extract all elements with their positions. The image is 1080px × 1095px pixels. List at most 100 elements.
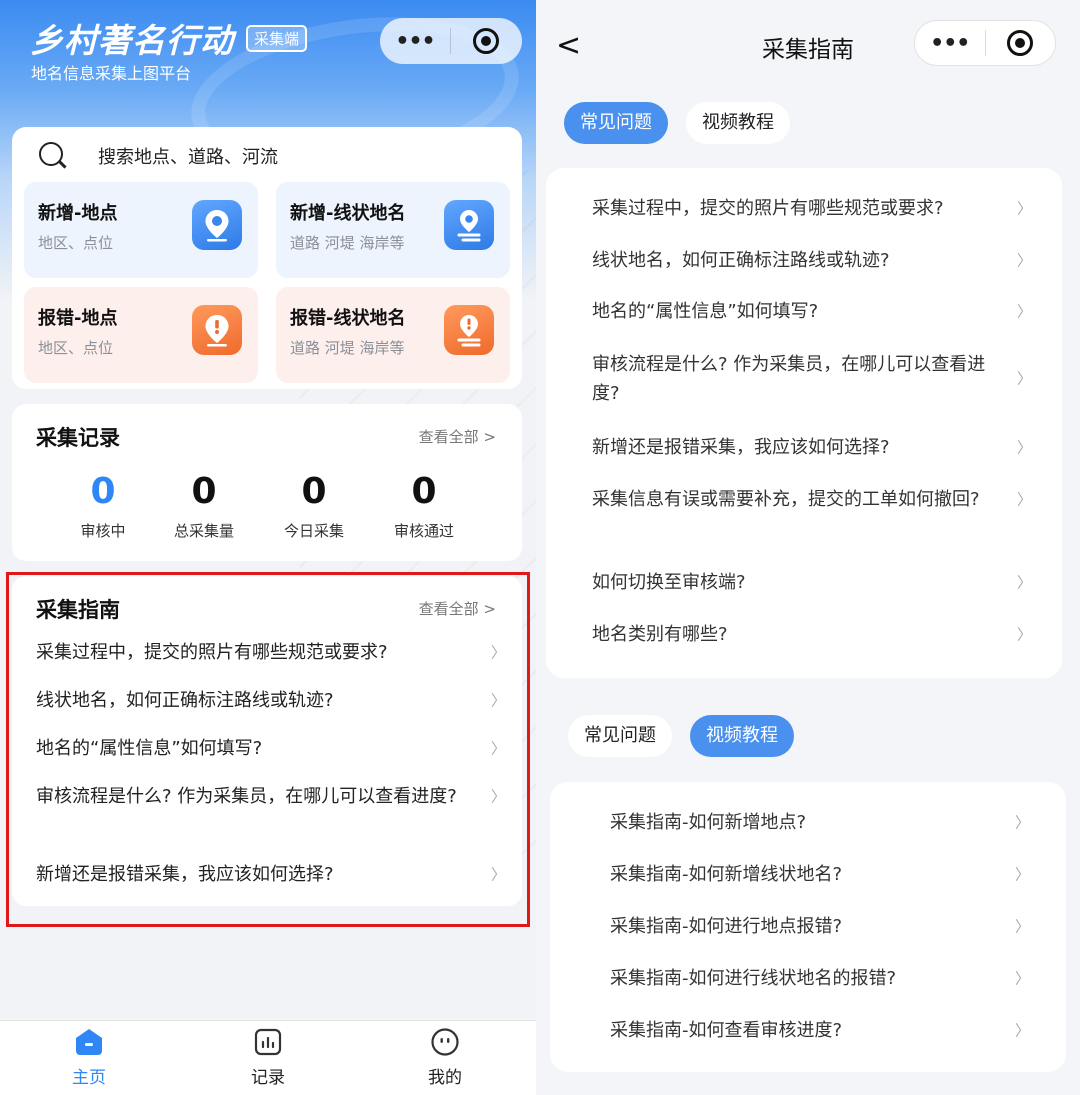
tab-label: 记录 xyxy=(251,1068,285,1088)
faq-item[interactable]: 采集过程中，提交的照片有哪些规范或要求? 〉 xyxy=(592,194,1032,223)
video-item[interactable]: 采集指南-如何新增地点? 〉 xyxy=(610,808,1030,837)
brand: 乡村著名行动 采集端 xyxy=(30,14,308,62)
miniprogram-capsule: ••• xyxy=(380,18,522,64)
faq-item-text: 线状地名，如何正确标注路线或轨迹? xyxy=(592,250,890,271)
guide-screen: < 采集指南 ••• 常见问题 视频教程 采集过程中，提交的照片有哪些规范或要求… xyxy=(536,0,1080,1095)
records-title: 采集记录 xyxy=(36,426,120,450)
stat-value: 0 xyxy=(301,471,327,512)
chevron-right-icon: 〉 xyxy=(1016,625,1032,643)
stat-today[interactable]: 0 今日采集 xyxy=(259,470,369,541)
action-title: 报错-线状地名 xyxy=(290,308,406,329)
miniprogram-capsule: ••• xyxy=(914,20,1056,66)
search-bar[interactable]: 搜索地点、道路、河流 xyxy=(38,141,278,171)
home-icon xyxy=(74,1027,104,1057)
main-card: 搜索地点、道路、河流 新增-地点 地区、点位 新增-线状地名 道路 河堤 海岸等… xyxy=(12,127,522,389)
tab-profile[interactable]: 我的 xyxy=(400,1027,490,1088)
close-target-icon[interactable] xyxy=(986,30,1056,56)
faq-item-text: 地名类别有哪些? xyxy=(592,624,728,645)
add-place-card[interactable]: 新增-地点 地区、点位 xyxy=(24,182,258,278)
add-linear-name-card[interactable]: 新增-线状地名 道路 河堤 海岸等 xyxy=(276,182,510,278)
chevron-right-icon: 〉 xyxy=(1016,302,1032,320)
report-linear-error-card[interactable]: 报错-线状地名 道路 河堤 海岸等 xyxy=(276,287,510,383)
route-pin-icon xyxy=(444,200,494,250)
records-view-all-link[interactable]: 查看全部 > xyxy=(419,426,496,447)
stat-total[interactable]: 0 总采集量 xyxy=(149,470,259,541)
faq-item[interactable]: 地名的“属性信息”如何填写? 〉 xyxy=(592,297,1032,326)
video-list-card: 采集指南-如何新增地点? 〉 采集指南-如何新增线状地名? 〉 采集指南-如何进行地… xyxy=(550,782,1066,1072)
video-item[interactable]: 采集指南-如何进行地点报错? 〉 xyxy=(610,912,1030,941)
faq-item[interactable]: 采集信息有误或需要补充，提交的工单如何撤回? 〉 xyxy=(592,485,1032,514)
video-item[interactable]: 采集指南-如何进行线状地名的报错? 〉 xyxy=(610,964,1030,993)
faq-item[interactable]: 如何切换至审核端? 〉 xyxy=(592,568,1032,597)
search-icon xyxy=(38,141,68,171)
action-subtitle: 道路 河堤 海岸等 xyxy=(290,234,405,252)
faq-item[interactable]: 审核流程是什么? 作为采集员，在哪儿可以查看进度? 〉 xyxy=(592,350,1032,408)
home-screen: 乡村著名行动 采集端 地名信息采集上图平台 ••• 搜索地点、道路、河流 新增-… xyxy=(0,0,536,1095)
tab-faq[interactable]: 常见问题 xyxy=(564,102,668,144)
bottom-tab-bar: 主页 记录 我的 xyxy=(0,1020,536,1095)
chevron-right-icon: 〉 xyxy=(1014,917,1030,935)
stat-value: 0 xyxy=(411,471,437,512)
brand-subtitle: 地名信息采集上图平台 xyxy=(31,64,192,83)
brand-tag: 采集端 xyxy=(246,24,308,52)
chevron-right-icon: 〉 xyxy=(1016,490,1032,508)
chevron-right-icon: 〉 xyxy=(1016,438,1032,456)
action-title: 新增-线状地名 xyxy=(290,203,406,224)
action-subtitle: 地区、点位 xyxy=(38,339,114,357)
chart-icon xyxy=(253,1027,283,1057)
brand-title: 乡村著名行动 xyxy=(30,21,234,60)
stat-reviewing[interactable]: 0 审核中 xyxy=(48,470,158,541)
faq-item-text: 采集信息有误或需要补充，提交的工单如何撤回? xyxy=(592,489,980,510)
tab-label: 主页 xyxy=(72,1068,106,1088)
faq-item-text: 如何切换至审核端? xyxy=(592,572,746,593)
records-card: 采集记录 查看全部 > 0 审核中 0 总采集量 0 今日采集 0 审核通过 xyxy=(12,404,522,561)
chevron-right-icon: 〉 xyxy=(1016,369,1032,388)
stat-value: 0 xyxy=(191,471,217,512)
video-item-text: 采集指南-如何查看审核进度? xyxy=(610,1020,843,1041)
faq-item[interactable]: 新增还是报错采集，我应该如何选择? 〉 xyxy=(592,433,1032,462)
video-item-text: 采集指南-如何新增线状地名? xyxy=(610,864,843,885)
more-icon[interactable]: ••• xyxy=(915,31,985,56)
stat-label: 审核中 xyxy=(80,522,126,540)
stat-value: 0 xyxy=(90,471,116,512)
chevron-right-icon: 〉 xyxy=(1016,199,1032,217)
faq-item-text: 审核流程是什么? 作为采集员，在哪儿可以查看进度? xyxy=(592,354,986,404)
error-pin-icon xyxy=(192,305,242,355)
faq-item-text: 采集过程中，提交的照片有哪些规范或要求? xyxy=(592,198,944,219)
faq-item-text: 新增还是报错采集，我应该如何选择? xyxy=(592,437,890,458)
action-title: 新增-地点 xyxy=(38,203,118,224)
stat-label: 今日采集 xyxy=(283,522,344,540)
video-item-text: 采集指南-如何进行地点报错? xyxy=(610,916,843,937)
faq-item[interactable]: 地名类别有哪些? 〉 xyxy=(592,620,1032,649)
chevron-right-icon: 〉 xyxy=(1014,969,1030,987)
video-item-text: 采集指南-如何新增地点? xyxy=(610,812,807,833)
search-placeholder: 搜索地点、道路、河流 xyxy=(98,147,278,168)
stat-label: 总采集量 xyxy=(173,522,234,540)
chevron-right-icon: 〉 xyxy=(1014,865,1030,883)
smile-icon xyxy=(430,1027,460,1057)
route-error-icon xyxy=(444,305,494,355)
action-subtitle: 地区、点位 xyxy=(38,234,114,252)
video-item[interactable]: 采集指南-如何查看审核进度? 〉 xyxy=(610,1016,1030,1045)
more-icon[interactable]: ••• xyxy=(380,29,450,54)
video-item[interactable]: 采集指南-如何新增线状地名? 〉 xyxy=(610,860,1030,889)
faq-item-text: 地名的“属性信息”如何填写? xyxy=(592,301,819,322)
faq-list-card: 采集过程中，提交的照片有哪些规范或要求? 〉 线状地名，如何正确标注路线或轨迹? 〉… xyxy=(546,168,1062,678)
chevron-right-icon: 〉 xyxy=(1016,573,1032,591)
video-item-text: 采集指南-如何进行线状地名的报错? xyxy=(610,968,897,989)
tab-label: 我的 xyxy=(428,1068,462,1088)
tab-home[interactable]: 主页 xyxy=(44,1027,134,1088)
report-place-error-card[interactable]: 报错-地点 地区、点位 xyxy=(24,287,258,383)
chevron-right-icon: 〉 xyxy=(1014,813,1030,831)
tab-video[interactable]: 视频教程 xyxy=(690,715,794,757)
tab-faq[interactable]: 常见问题 xyxy=(568,715,672,757)
location-pin-icon xyxy=(192,200,242,250)
stat-approved[interactable]: 0 审核通过 xyxy=(369,470,479,541)
faq-item[interactable]: 线状地名，如何正确标注路线或轨迹? 〉 xyxy=(592,246,1032,275)
highlight-box xyxy=(6,572,530,927)
tab-records[interactable]: 记录 xyxy=(223,1027,313,1088)
tab-video[interactable]: 视频教程 xyxy=(686,102,790,144)
action-subtitle: 道路 河堤 海岸等 xyxy=(290,339,405,357)
action-title: 报错-地点 xyxy=(38,308,118,329)
close-target-icon[interactable] xyxy=(451,28,521,54)
